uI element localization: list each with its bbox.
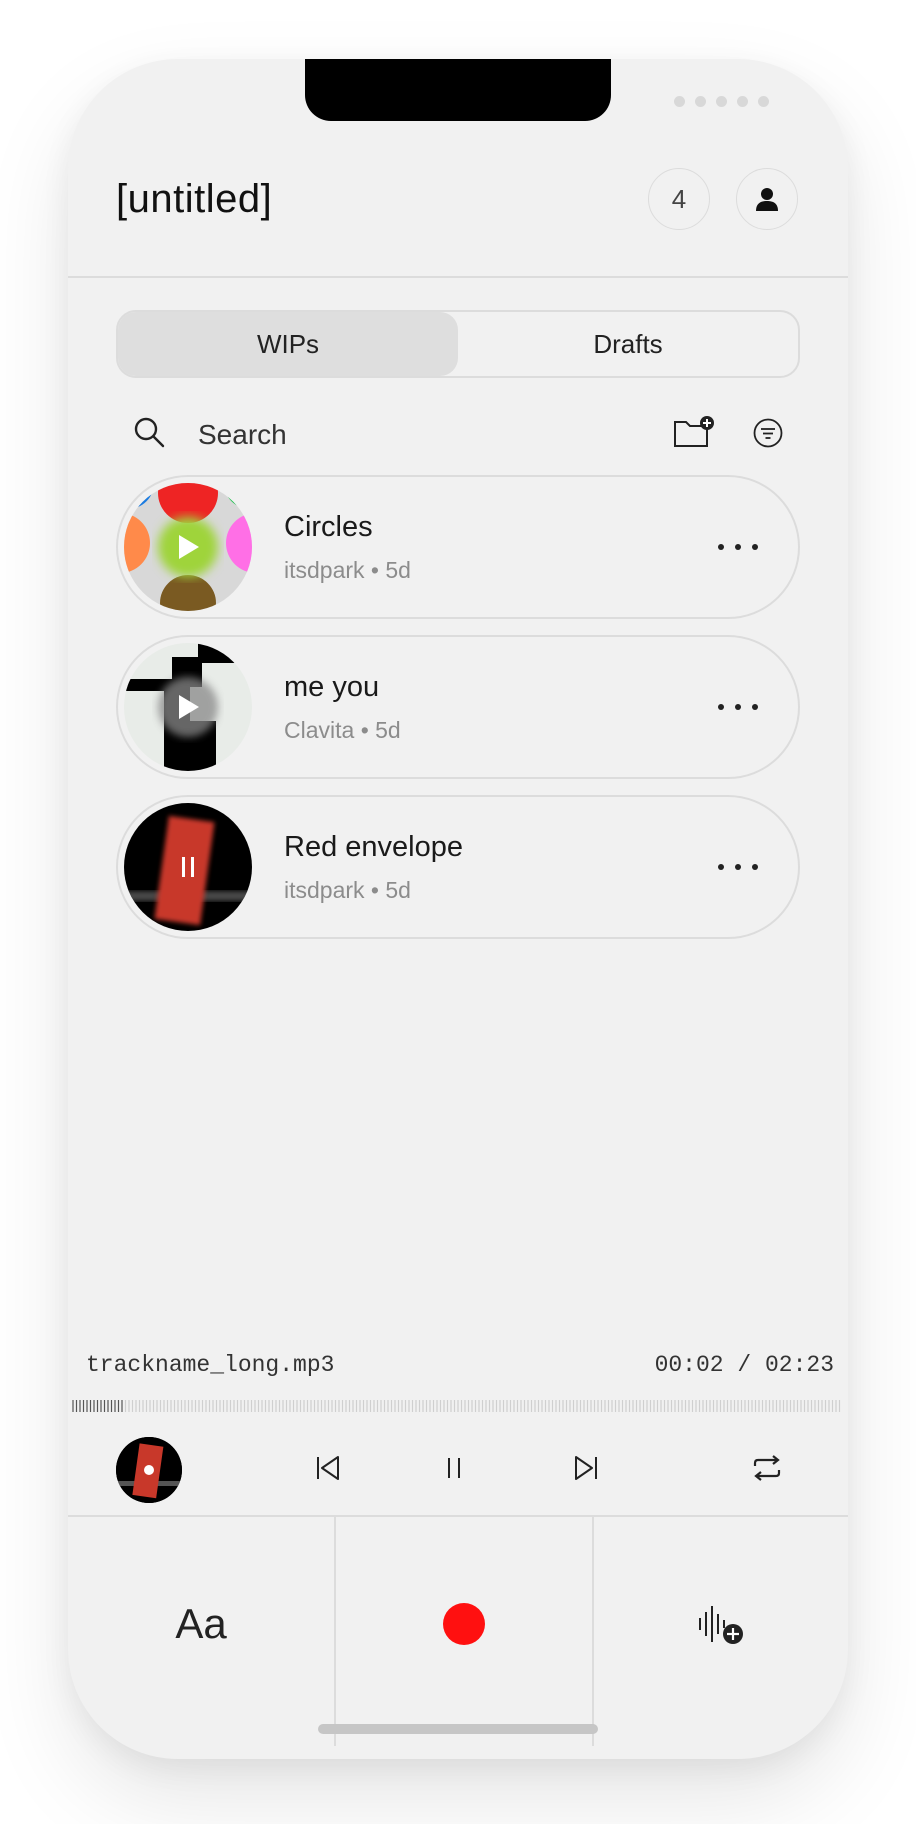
more-icon[interactable] (718, 855, 758, 879)
user-icon (756, 188, 778, 211)
repeat-icon[interactable] (750, 1453, 784, 1483)
track-title: Circles (284, 511, 373, 543)
previous-icon[interactable] (314, 1453, 342, 1483)
record-button[interactable] (336, 1516, 592, 1746)
profile-button[interactable] (736, 168, 798, 230)
progress-waveform[interactable] (72, 1399, 844, 1413)
album-art (124, 643, 252, 771)
tab-drafts-label: Drafts (593, 328, 663, 359)
track-title: me you (284, 671, 380, 703)
search-bar: Search (132, 405, 792, 465)
next-icon[interactable] (572, 1453, 600, 1483)
new-folder-icon[interactable] (672, 415, 716, 449)
text-label: Aa (175, 1600, 227, 1647)
now-playing-filename: trackname_long.mp3 (86, 1352, 335, 1378)
compose-bar: Aa (68, 1516, 848, 1746)
segmented-control: WIPs Drafts (116, 310, 800, 378)
track-item[interactable]: Circles itsdpark • 5d (116, 475, 800, 619)
track-subtitle: itsdpark • 5d (284, 557, 411, 583)
home-indicator (318, 1724, 598, 1734)
tab-drafts[interactable]: Drafts (458, 312, 798, 376)
track-item[interactable]: me you Clavita • 5d (116, 635, 800, 779)
text-note-button[interactable]: Aa (68, 1516, 334, 1746)
play-icon[interactable] (158, 517, 218, 577)
search-input[interactable]: Search (198, 419, 287, 451)
pause-icon[interactable] (158, 837, 218, 897)
count-button[interactable]: 4 (648, 168, 710, 230)
search-icon (134, 417, 165, 448)
count-label: 4 (671, 183, 687, 214)
track-title: Red envelope (284, 831, 463, 863)
add-audio-icon (699, 1606, 743, 1644)
pause-icon[interactable] (444, 1453, 464, 1483)
track-subtitle: Clavita • 5d (284, 717, 401, 743)
tab-wips-label: WIPs (256, 328, 320, 359)
add-audio-button[interactable] (594, 1516, 848, 1746)
notch (305, 59, 611, 121)
now-playing-art (116, 1437, 182, 1503)
tab-wips[interactable]: WIPs (118, 312, 458, 376)
record-icon (443, 1603, 485, 1645)
filter-icon[interactable] (752, 417, 784, 449)
player-controls (68, 1431, 848, 1507)
play-icon[interactable] (158, 677, 218, 737)
status-dots (674, 96, 769, 107)
more-icon[interactable] (718, 695, 758, 719)
header-divider (68, 276, 848, 278)
track-subtitle: itsdpark • 5d (284, 877, 411, 903)
now-playing-time: 00:02 / 02:23 (654, 1352, 834, 1378)
track-item[interactable]: Red envelope itsdpark • 5d (116, 795, 800, 939)
phone-frame: [untitled] 4 WIPs Drafts Search Circles … (68, 59, 848, 1759)
album-art (124, 483, 252, 611)
page-title: [untitled] (116, 177, 273, 221)
more-icon[interactable] (718, 535, 758, 559)
album-art (124, 803, 252, 931)
